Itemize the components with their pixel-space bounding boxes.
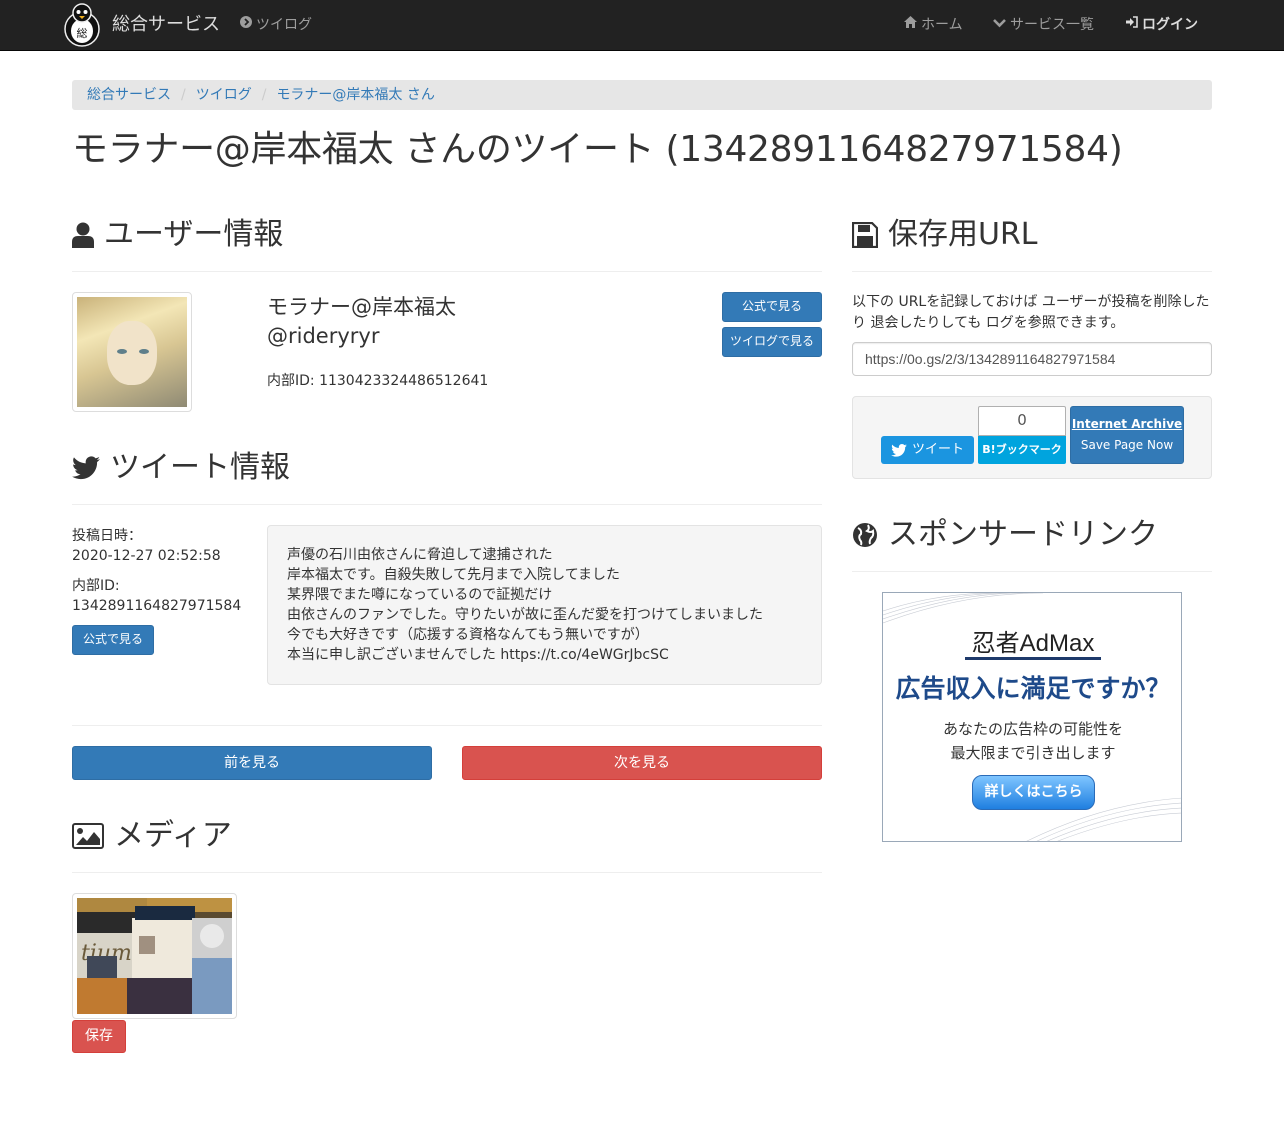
- tweet-internal-id: 1342891164827971584: [72, 598, 242, 615]
- breadcrumb-separator: /: [261, 86, 267, 103]
- user-official-button[interactable]: 公式で見る: [722, 292, 822, 322]
- tweet-line: 今でも大好きです（応援する資格なんてもう無いですが）: [287, 627, 649, 643]
- nav-services-label: サービス一覧: [1010, 16, 1094, 33]
- user-icon: [72, 222, 94, 249]
- nav-services[interactable]: サービス一覧: [993, 0, 1094, 50]
- internet-archive-button[interactable]: Internet Archive Save Page Now: [1070, 406, 1184, 464]
- divider: [852, 271, 1212, 272]
- ad-details-button[interactable]: 詳しくはこちら: [972, 775, 1095, 810]
- user-handle: @rideryryr: [267, 324, 380, 349]
- nav-login[interactable]: ログイン: [1125, 0, 1198, 50]
- user-info-heading: ユーザー情報: [72, 214, 283, 257]
- twitter-icon: [72, 456, 100, 480]
- media-save-button[interactable]: 保存: [72, 1020, 126, 1053]
- divider: [72, 504, 822, 505]
- breadcrumb-item-user[interactable]: モラナー@岸本福太 さん: [276, 85, 434, 105]
- next-button[interactable]: 次を見る: [462, 746, 822, 780]
- media-heading: メディア: [72, 815, 232, 858]
- tweet-posted-at: 2020-12-27 02:52:58: [72, 548, 221, 565]
- save-url-input[interactable]: [852, 342, 1212, 376]
- image-icon: [72, 823, 104, 850]
- tweet-line: 某界隈でまた噂になっているので証拠だけ: [287, 587, 553, 603]
- ad-subtext-line: 最大限まで引き出します: [950, 744, 1116, 762]
- ad-subtext-line: あなたの広告枠の可能性を: [942, 720, 1123, 738]
- breadcrumb: 総合サービス / ツイログ / モラナー@岸本福太 さん: [72, 80, 1212, 110]
- penguin-logo-icon: 総: [62, 3, 102, 47]
- ad-subtext: あなたの広告枠の可能性を 最大限まで引き出します: [883, 717, 1181, 765]
- ad-headline: 広告収入に満足ですか？: [895, 674, 1171, 703]
- media-thumbnail[interactable]: tium: [72, 893, 237, 1019]
- media-heading-text: メディア: [114, 818, 232, 853]
- hatena-count[interactable]: 0: [978, 406, 1066, 436]
- nav-tsuilog[interactable]: ツイログ: [240, 0, 312, 50]
- brand-link[interactable]: 総 総合サービス: [62, 2, 220, 48]
- user-info-heading-text: ユーザー情報: [104, 217, 284, 252]
- tweet-line: 岸本福太です。自殺失敗して先月まで入院してました: [287, 567, 621, 583]
- breadcrumb-item-tsuilog[interactable]: ツイログ: [196, 85, 252, 105]
- chevron-down-icon: [993, 16, 1006, 35]
- hatena-bookmark-button[interactable]: B!ブックマーク: [978, 436, 1066, 464]
- save-url-heading: 保存用URL: [852, 214, 1038, 257]
- prev-button[interactable]: 前を見る: [72, 746, 432, 780]
- tweet-share-label: ツイート: [911, 441, 964, 457]
- tweet-share-button[interactable]: ツイート: [881, 436, 974, 464]
- divider: [72, 271, 822, 272]
- save-url-heading-text: 保存用URL: [888, 217, 1038, 252]
- nav-home-label: ホーム: [921, 16, 963, 33]
- nav-tsuilog-label: ツイログ: [256, 16, 312, 33]
- internet-archive-sub: Save Page Now: [1080, 438, 1174, 452]
- tweet-info-heading: ツイート情報: [72, 447, 290, 490]
- tweet-official-button[interactable]: 公式で見る: [72, 625, 154, 655]
- tweet-posted-label: 投稿日時：: [72, 528, 142, 544]
- tweet-internal-label: 内部ID:: [72, 578, 120, 594]
- sign-in-icon: [1125, 15, 1138, 35]
- page-title: モラナー@岸本福太 さんのツイート (1342891164827971584): [72, 129, 1123, 170]
- save-url-description: 以下の URLを記録しておけば ユーザーが投稿を削除したり 退会したりしても ロ…: [852, 294, 1210, 331]
- divider: [72, 872, 822, 873]
- divider: [852, 571, 1212, 572]
- tweet-internal: 内部ID: 1342891164827971584: [72, 576, 241, 616]
- tweet-line: 声優の石川由依さんに脅迫して逮捕された: [287, 547, 553, 563]
- tweet-text: 声優の石川由依さんに脅迫して逮捕された 岸本福太です。自殺失敗して先月まで入院し…: [267, 525, 822, 685]
- navbar: 総 総合サービス ツイログ ホーム サービス一覧 ログイン: [0, 0, 1284, 51]
- nav-login-label: ログイン: [1142, 16, 1198, 33]
- nav-home[interactable]: ホーム: [904, 0, 963, 50]
- user-avatar: [72, 292, 192, 412]
- sponsor-ad-banner[interactable]: 忍者AdMax 広告収入に満足ですか？ あなたの広告枠の可能性を 最大限まで引き…: [882, 592, 1182, 842]
- user-internal-id: 内部ID: 1130423324486512641: [267, 373, 489, 389]
- divider: [72, 725, 822, 726]
- tweet-line: 本当に申し訳ございませんでした https://t.co/4eWGrJbcSC: [287, 647, 669, 663]
- sponsor-heading: スポンサードリンク: [852, 514, 1158, 557]
- brand-text: 総合サービス: [112, 14, 220, 36]
- breadcrumb-item-service[interactable]: 総合サービス: [87, 85, 171, 105]
- breadcrumb-separator: /: [181, 86, 186, 103]
- user-names: モラナー@岸本福太 @rideryryr: [267, 293, 456, 352]
- user-display-name: モラナー@岸本福太: [267, 295, 456, 319]
- ad-logo-underline: [965, 657, 1101, 660]
- tweet-posted: 投稿日時： 2020-12-27 02:52:58: [72, 526, 221, 566]
- user-tsuilog-button[interactable]: ツイログで見る: [722, 327, 822, 357]
- tweet-line: 由依さんのファンでした。守りたいが故に歪んだ愛を打つけてしまいました: [287, 607, 763, 623]
- svg-text:総: 総: [77, 26, 88, 40]
- globe-icon: [852, 522, 878, 548]
- tweet-info-heading-text: ツイート情報: [110, 450, 290, 485]
- floppy-disk-icon: [852, 222, 878, 249]
- internet-archive-title: Internet Archive: [1071, 416, 1183, 431]
- chevron-circle-right-icon: [240, 15, 252, 35]
- twitter-icon: [891, 443, 907, 457]
- sponsor-heading-text: スポンサードリンク: [888, 517, 1158, 552]
- home-icon: [904, 15, 917, 35]
